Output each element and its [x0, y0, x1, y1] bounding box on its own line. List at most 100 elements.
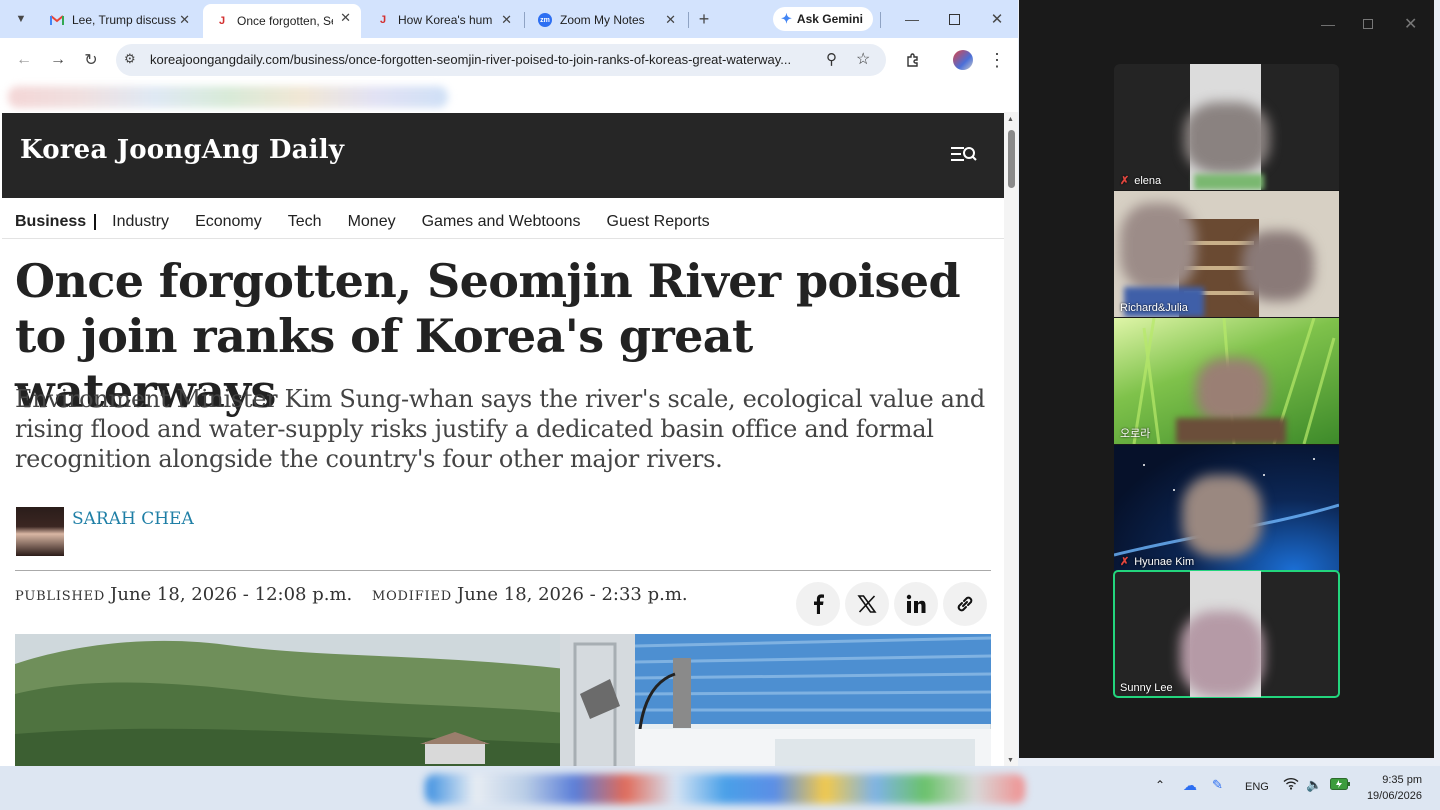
- tab-title: Lee, Trump discuss: [72, 13, 177, 27]
- tab-separator: [688, 12, 689, 28]
- x-logo-icon: [857, 595, 877, 613]
- reload-icon[interactable]: ↻: [77, 46, 105, 74]
- nav-item-economy[interactable]: Economy: [195, 213, 262, 231]
- zoom-minimize-icon[interactable]: —: [1321, 16, 1335, 32]
- linkedin-icon: [906, 594, 926, 613]
- muted-mic-icon: ✗: [1120, 556, 1130, 568]
- windows-taskbar: ⌃ ☁ ✎ ENG 🔈 9:35 pm 19/06/2026: [0, 766, 1440, 810]
- zoom-magnifier-icon[interactable]: ⚲: [826, 50, 837, 68]
- zoom-icon: zm: [538, 13, 552, 27]
- site-settings-icon[interactable]: ⚙: [124, 51, 136, 67]
- nav-divider-line: [2, 238, 1004, 239]
- wifi-icon[interactable]: [1283, 777, 1299, 793]
- author-avatar[interactable]: [16, 507, 64, 556]
- page-scrollbar[interactable]: ▲ ▼: [1004, 112, 1018, 766]
- nav-current-section[interactable]: Business: [15, 213, 86, 231]
- nav-item-money[interactable]: Money: [348, 213, 396, 231]
- tab-gmail[interactable]: Lee, Trump discuss ✕: [38, 6, 200, 34]
- copy-link-button[interactable]: [943, 582, 987, 626]
- jd-icon: J: [379, 14, 387, 26]
- byline-divider: [15, 570, 991, 571]
- share-linkedin-button[interactable]: [894, 582, 938, 626]
- language-indicator[interactable]: ENG: [1245, 781, 1269, 793]
- participant-name-label: Sunny Lee: [1120, 682, 1173, 694]
- bookmarks-bar: [0, 82, 1018, 112]
- published-label: PUBLISHED: [15, 589, 106, 604]
- tray-overflow-chevron-icon[interactable]: ⌃: [1155, 778, 1165, 792]
- share-x-button[interactable]: [845, 582, 889, 626]
- participant-tile-richard-julia[interactable]: Richard&Julia: [1114, 191, 1339, 317]
- participant-name: Hyunae Kim: [1134, 555, 1195, 568]
- nav-item-tech[interactable]: Tech: [288, 213, 322, 231]
- gemini-sparkle-icon: ✦: [781, 11, 792, 26]
- jd-icon: J: [218, 15, 226, 27]
- tab-zoom-notes[interactable]: zm Zoom My Notes ✕: [526, 6, 686, 34]
- participant-name-label: 오로라: [1120, 425, 1150, 441]
- nav-item-industry[interactable]: Industry: [112, 213, 169, 231]
- zoom-close-icon[interactable]: ✕: [1404, 14, 1417, 34]
- facebook-icon: [814, 594, 824, 614]
- new-tab-plus-icon[interactable]: +: [690, 5, 718, 33]
- input-pen-icon[interactable]: ✎: [1212, 777, 1223, 793]
- share-facebook-button[interactable]: [796, 582, 840, 626]
- bookmark-star-icon[interactable]: ☆: [856, 49, 870, 69]
- site-logo[interactable]: Korea JoongAng Daily: [20, 135, 344, 165]
- close-tab-icon[interactable]: ✕: [179, 12, 190, 28]
- tab-article-active[interactable]: J Once forgotten, Se ✕: [203, 4, 361, 38]
- modified-label: MODIFIED: [371, 589, 452, 604]
- nav-divider: [94, 214, 97, 230]
- close-tab-icon[interactable]: ✕: [665, 12, 676, 28]
- tab-korea-article[interactable]: J How Korea's humb ✕: [364, 6, 522, 34]
- participant-name: 오로라: [1120, 428, 1151, 440]
- close-window-icon[interactable]: ✕: [983, 5, 1011, 33]
- menu-kebab-icon[interactable]: ⋮: [983, 46, 1011, 74]
- article-subhead: Environment Minister Kim Sung-whan says …: [15, 385, 985, 473]
- muted-mic-icon: ✗: [1120, 175, 1130, 187]
- link-icon: [957, 596, 973, 612]
- extensions-puzzle-icon[interactable]: [899, 46, 927, 74]
- ask-gemini-button[interactable]: ✦ Ask Gemini: [773, 7, 873, 31]
- participant-tile-hyunae-kim[interactable]: ✗ Hyunae Kim: [1114, 445, 1339, 571]
- cloud-sync-icon[interactable]: ☁: [1183, 777, 1197, 794]
- clock-time: 9:35 pm: [1382, 774, 1422, 786]
- tab-title: Once forgotten, Se: [237, 14, 333, 28]
- nav-item-guest-reports[interactable]: Guest Reports: [607, 213, 710, 231]
- profile-avatar-icon[interactable]: [949, 46, 977, 74]
- participant-name: Sunny Lee: [1120, 682, 1173, 694]
- url-text[interactable]: koreajoongangdaily.com/business/once-for…: [150, 52, 820, 67]
- article-dates: PUBLISHED June 18, 2026 - 12:08 p.m. MODI…: [15, 584, 688, 605]
- clock-date: 19/06/2026: [1366, 790, 1422, 802]
- browser-window: ▼ Lee, Trump discuss ✕ J Once forgotten,…: [0, 0, 1018, 766]
- zoom-maximize-icon[interactable]: [1363, 16, 1373, 32]
- close-tab-icon[interactable]: ✕: [340, 10, 351, 26]
- address-bar[interactable]: ⚙ koreajoongangdaily.com/business/once-f…: [116, 44, 886, 76]
- close-tab-icon[interactable]: ✕: [501, 12, 512, 28]
- blurred-pinned-apps[interactable]: [425, 774, 1025, 804]
- scroll-down-arrow-icon[interactable]: ▼: [1007, 757, 1014, 764]
- forward-arrow-icon[interactable]: →: [44, 46, 72, 74]
- author-name-link[interactable]: SARAH CHEA: [72, 509, 194, 529]
- nav-item-games-webtoons[interactable]: Games and Webtoons: [422, 213, 581, 231]
- minimize-icon[interactable]: —: [898, 5, 926, 33]
- maximize-icon[interactable]: [940, 5, 968, 33]
- ask-gemini-label: Ask Gemini: [796, 12, 863, 26]
- system-clock[interactable]: 9:35 pm 19/06/2026: [1367, 772, 1422, 804]
- back-arrow-icon[interactable]: ←: [10, 46, 38, 74]
- zoom-meeting-window: — ✕ ✗ elena Richard&Julia 오로라 ✗ Hyunae K…: [1019, 0, 1434, 758]
- participant-name-label: Richard&Julia: [1120, 302, 1188, 314]
- volume-icon[interactable]: 🔈: [1306, 777, 1322, 793]
- menu-search-icon[interactable]: [950, 143, 978, 165]
- scrollbar-thumb[interactable]: [1008, 130, 1015, 188]
- battery-charging-icon[interactable]: [1330, 778, 1350, 793]
- tab-title: How Korea's humb: [398, 13, 492, 27]
- tab-title: Zoom My Notes: [560, 13, 645, 27]
- participant-tile-sunny-lee[interactable]: Sunny Lee: [1113, 570, 1340, 698]
- modified-date: June 18, 2026 - 2:33 p.m.: [456, 584, 688, 605]
- participant-tile-elena[interactable]: ✗ elena: [1114, 64, 1339, 190]
- participant-tile-aurora[interactable]: 오로라: [1114, 318, 1339, 444]
- scroll-up-arrow-icon[interactable]: ▲: [1007, 116, 1014, 123]
- browser-toolbar: ← → ↻ ⚙ koreajoongangdaily.com/business/…: [0, 38, 1018, 82]
- participant-name: Richard&Julia: [1120, 302, 1188, 314]
- tab-search-chevron-icon[interactable]: ▼: [7, 5, 35, 33]
- gmail-icon: [50, 13, 64, 27]
